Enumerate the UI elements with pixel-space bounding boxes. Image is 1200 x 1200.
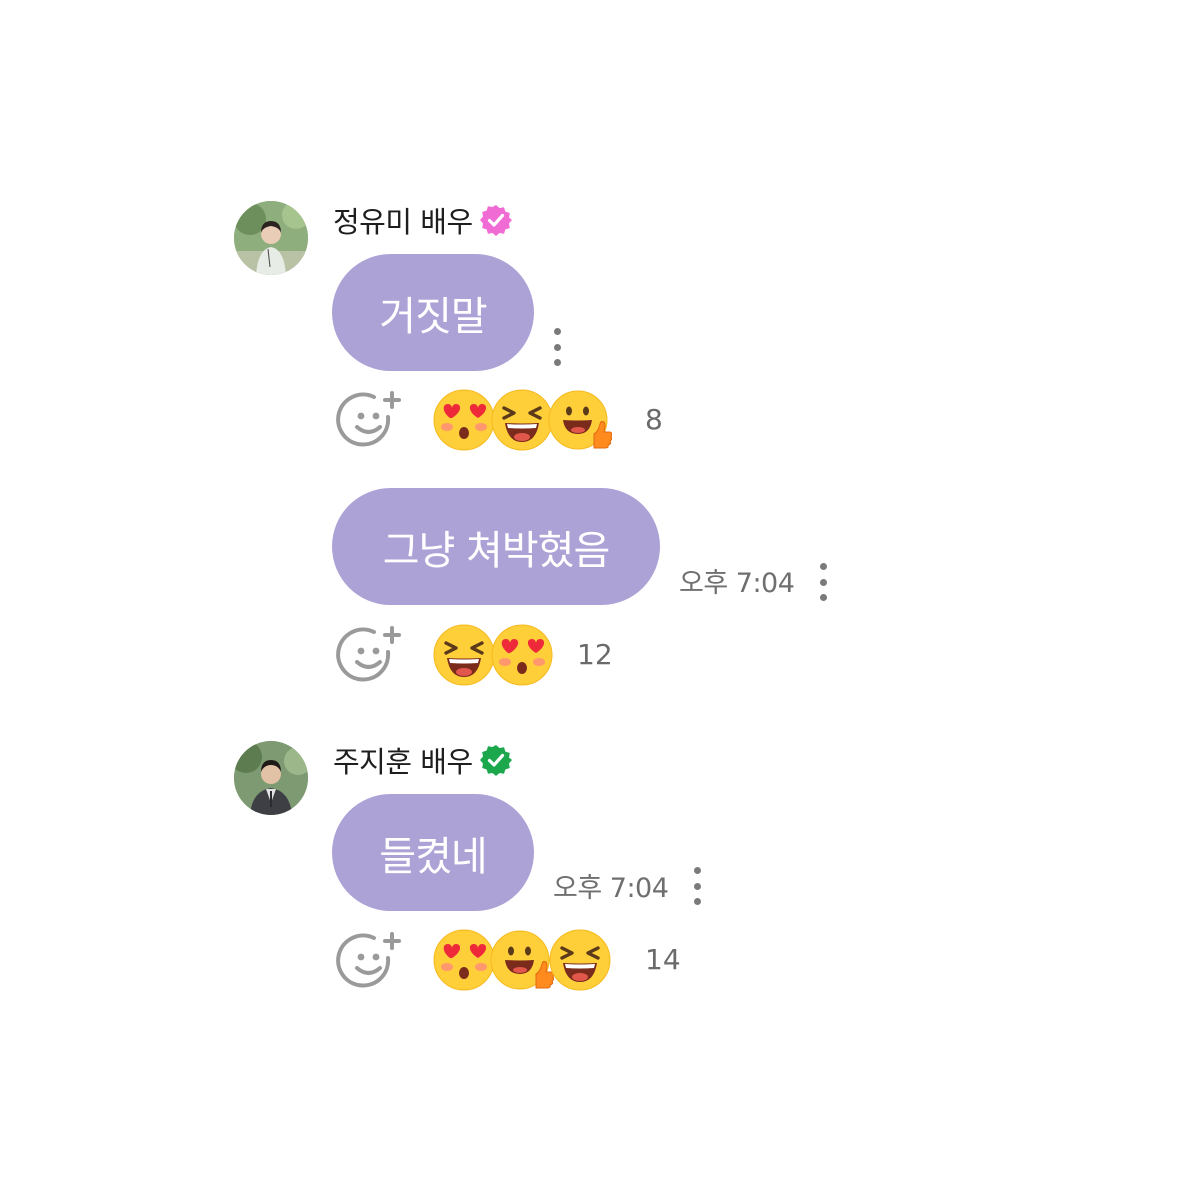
- reaction-summary[interactable]: [432, 928, 611, 992]
- verified-badge-icon: [479, 205, 512, 236]
- grinning-squint-emoji-icon: [432, 623, 496, 687]
- message-text: 그냥 쳐박혔음: [382, 527, 611, 574]
- heart-eyes-emoji-icon: [432, 928, 496, 992]
- avatar-photo: [234, 201, 308, 275]
- message-timestamp: 오후 7:04: [553, 873, 669, 904]
- message-text: 거짓말: [379, 293, 487, 340]
- add-reaction-icon: [336, 626, 401, 682]
- more-options-icon[interactable]: [818, 563, 828, 601]
- add-reaction-button[interactable]: [336, 622, 404, 690]
- thumbs-up-emoji-icon: [490, 928, 554, 992]
- message-bubble[interactable]: 거짓말: [332, 254, 534, 371]
- avatar-photo: [234, 741, 308, 815]
- more-options-icon[interactable]: [692, 867, 702, 905]
- grinning-squint-emoji-icon: [490, 388, 554, 452]
- avatar[interactable]: [234, 201, 308, 275]
- sender-row: 정유미 배우: [333, 200, 513, 240]
- add-reaction-button[interactable]: [336, 928, 404, 996]
- sender-name: 정유미 배우: [333, 205, 473, 239]
- verified-badge-icon: [479, 745, 512, 776]
- grinning-squint-emoji-icon: [548, 928, 612, 992]
- heart-eyes-emoji-icon: [490, 623, 554, 687]
- message-timestamp: 오후 7:04: [679, 568, 795, 599]
- message-text: 들켰네: [379, 833, 487, 880]
- reaction-count: 14: [645, 943, 681, 976]
- sender-row: 주지훈 배우: [333, 740, 513, 780]
- add-reaction-icon: [336, 391, 401, 447]
- message-bubble[interactable]: 들켰네: [332, 794, 534, 911]
- message-bubble[interactable]: 그냥 쳐박혔음: [332, 488, 660, 605]
- sender-name: 주지훈 배우: [333, 745, 473, 779]
- avatar[interactable]: [234, 741, 308, 815]
- thumbs-up-emoji-icon: [548, 388, 612, 452]
- reaction-summary[interactable]: [432, 388, 612, 452]
- reaction-count: 8: [645, 403, 663, 436]
- add-reaction-icon: [336, 932, 401, 988]
- add-reaction-button[interactable]: [336, 387, 404, 455]
- more-options-icon[interactable]: [552, 328, 562, 366]
- reaction-summary[interactable]: [432, 623, 553, 687]
- heart-eyes-emoji-icon: [432, 388, 496, 452]
- reaction-count: 12: [577, 638, 613, 671]
